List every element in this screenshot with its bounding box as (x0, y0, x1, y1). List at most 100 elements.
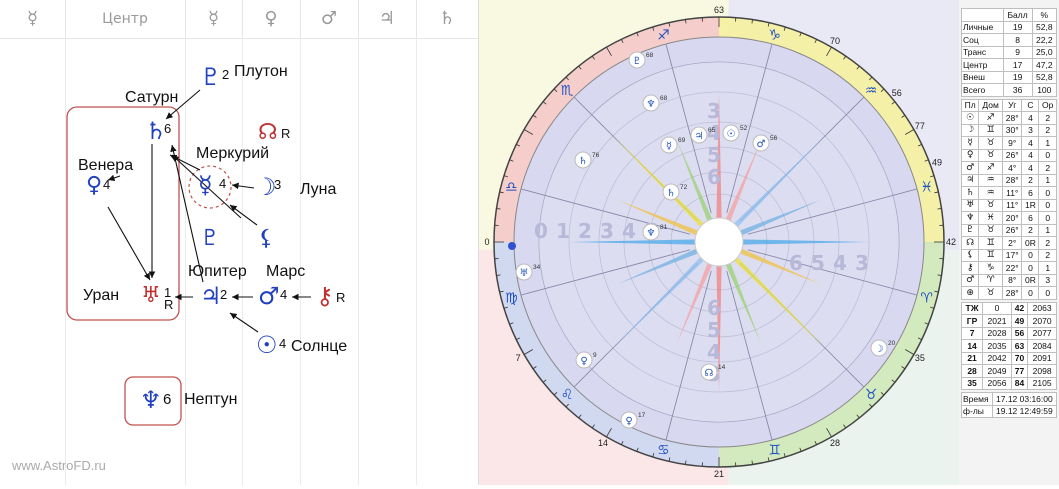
scores-row-cell: 100 (1032, 84, 1056, 97)
zodiac-sign-icon: ♑ (768, 27, 781, 43)
planet-row-cell: ♊ (979, 249, 1003, 262)
house-number: 4 (622, 219, 636, 243)
sun-glyph[interactable]: ☉ (256, 333, 278, 357)
pluto-alt-glyph[interactable]: ♇ (200, 228, 220, 250)
scores-row[interactable]: Центр1747,2 (962, 59, 1057, 72)
planet-row-cell: 2 (1039, 162, 1057, 175)
chiron-glyph[interactable]: ⚷ (316, 284, 334, 308)
jupiter-glyph[interactable]: ♃ (200, 284, 222, 308)
planet-row[interactable]: ☉♐28°42 (962, 112, 1057, 125)
planet-row-cell: 17° (1003, 249, 1022, 262)
planet-row[interactable]: ♂♐4°42 (962, 162, 1057, 175)
planet-row-cell: 6 (1022, 187, 1039, 200)
scores-row[interactable]: Транс925,0 (962, 46, 1057, 59)
planet-marker-icon: ♂ (757, 139, 766, 150)
pluto-glyph[interactable]: ♇ (200, 65, 222, 89)
planet-row-cell: ♂ (962, 162, 979, 175)
planet-row-cell: ♀ (962, 149, 979, 162)
years-row-cell: ГР (962, 315, 983, 328)
planets-table: Пл Дом Уг С Ор ☉♐28°42☽♊30°32☿♉9°41♀♉26°… (961, 99, 1057, 300)
scores-row[interactable]: Личные1952,8 (962, 21, 1057, 34)
degree-label: 7 (516, 353, 521, 363)
wheel-svg[interactable]: 6370770714212835424956♑♒♓♈♉♊♋♌♍♎♏♐012345… (479, 0, 959, 485)
years-row-cell: 7 (962, 327, 983, 340)
years-row-cell: 2098 (1028, 365, 1057, 378)
years-row-cell: 2028 (983, 327, 1012, 340)
planet-marker-icon: ☽ (875, 344, 884, 355)
planet-row[interactable]: ♇♉26°21 (962, 224, 1057, 237)
zodiac-sign-icon: ♈ (920, 291, 933, 307)
scores-row[interactable]: Всего36100 (962, 84, 1057, 97)
house-number: 4 (833, 251, 847, 275)
years-row[interactable]: 212042702091 (962, 352, 1057, 365)
years-row[interactable]: 72028562077 (962, 327, 1057, 340)
node-glyph[interactable]: ☊ (258, 122, 278, 144)
neptune-label: Нептун (184, 391, 237, 409)
zodiac-sign-icon: ♋ (657, 443, 670, 459)
planet-row-cell: 3 (1022, 124, 1039, 137)
planet-marker-degree: 81 (660, 224, 668, 231)
zodiac-sign-icon: ♊ (768, 443, 781, 459)
planet-row-cell: ♈ (979, 274, 1003, 287)
planet-row[interactable]: ♆♓20°60 (962, 212, 1057, 225)
planet-row[interactable]: ⚷♑22°01 (962, 262, 1057, 275)
planet-row[interactable]: ♀♉26°40 (962, 149, 1057, 162)
years-row[interactable]: ТЖ0422063 (962, 302, 1057, 315)
planet-row[interactable]: ☿♉9°41 (962, 137, 1057, 150)
scores-row[interactable]: Внеш1952,8 (962, 71, 1057, 84)
uranus-glyph[interactable]: ♅ (141, 285, 161, 307)
years-row-cell: 2049 (983, 365, 1012, 378)
planet-row-cell: 28° (1003, 112, 1022, 125)
scores-row-cell: 36 (1003, 84, 1032, 97)
fl-label: ф-лы (962, 405, 993, 418)
planet-row-cell: ♒ (979, 187, 1003, 200)
years-row[interactable]: 282049772098 (962, 365, 1057, 378)
planet-row-cell: ☉ (962, 112, 979, 125)
house-number: 3 (855, 251, 869, 275)
years-row[interactable]: 352056842105 (962, 377, 1057, 390)
scores-row[interactable]: Соц822,2 (962, 34, 1057, 47)
planet-marker-icon: ☉ (727, 129, 736, 140)
house-number: 6 (707, 296, 721, 320)
years-row-cell: 28 (962, 365, 983, 378)
planet-row[interactable]: ⊕♉28°00 (962, 287, 1057, 300)
scores-row-cell: 9 (1003, 46, 1032, 59)
planet-row[interactable]: ♂♈8°0R3 (962, 274, 1057, 287)
planets-header: Дом (979, 99, 1003, 112)
lilith-glyph[interactable]: ⚸ (258, 228, 274, 250)
planet-row-cell: 0 (1039, 187, 1057, 200)
planets-header: Пл (962, 99, 979, 112)
house-number: 3 (600, 219, 614, 243)
house-number: 6 (707, 165, 721, 189)
degree-label: 42 (946, 237, 956, 247)
zodiac-sign-icon: ♌ (561, 387, 574, 403)
planet-row-cell: ⚸ (962, 249, 979, 262)
years-row-cell: 56 (1011, 327, 1027, 340)
planet-row-cell: 4° (1003, 162, 1022, 175)
planet-row[interactable]: ☽♊30°32 (962, 124, 1057, 137)
neptune-glyph[interactable]: ♆ (140, 388, 162, 412)
planet-row[interactable]: ♃♒28°21 (962, 174, 1057, 187)
years-row-cell: 2042 (983, 352, 1012, 365)
years-row[interactable]: ГР2021492070 (962, 315, 1057, 328)
mars-glyph[interactable]: ♂ (258, 284, 280, 308)
planet-row[interactable]: ♅♉11°1R0 (962, 199, 1057, 212)
house-number: 5 (811, 251, 825, 275)
planet-marker-degree: 52 (740, 125, 748, 132)
years-row-cell: 2063 (1028, 302, 1057, 315)
planet-row[interactable]: ☊♊2°0R2 (962, 237, 1057, 250)
planet-row[interactable]: ♄♒11°60 (962, 187, 1057, 200)
mercury-glyph[interactable]: ☿ (198, 173, 213, 197)
pluto-score: 2 (222, 67, 229, 82)
venus-glyph[interactable]: ♀ (86, 175, 102, 197)
planet-row-cell: ♆ (962, 212, 979, 225)
zodiac-sign-icon: ♉ (865, 387, 878, 403)
planet-row-cell: 1R (1022, 199, 1039, 212)
planet-row-cell: 2 (1039, 249, 1057, 262)
scores-row-cell: Личные (962, 21, 1004, 34)
years-row[interactable]: 142035632084 (962, 340, 1057, 353)
mercury-score: 4 (219, 176, 226, 191)
planet-row[interactable]: ⚸♊17°02 (962, 249, 1057, 262)
scores-row-cell: 52,8 (1032, 71, 1056, 84)
house-number: 6 (789, 251, 803, 275)
